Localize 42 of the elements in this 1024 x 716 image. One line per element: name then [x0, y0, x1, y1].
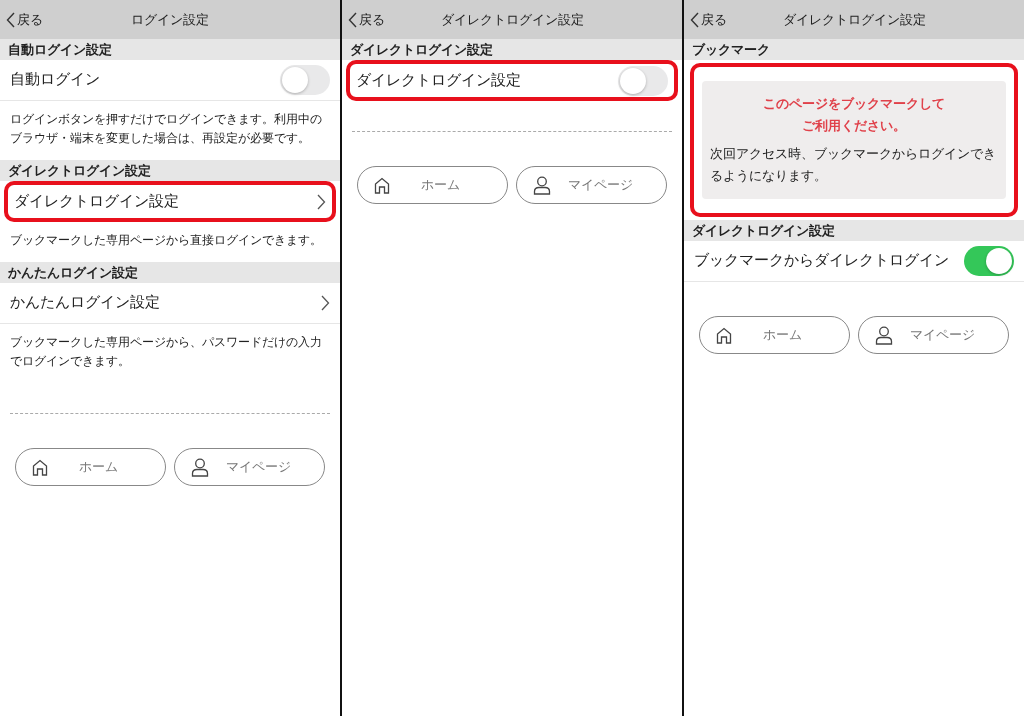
- section-heading: 自動ログイン設定: [0, 39, 340, 60]
- section-heading: ダイレクトログイン設定: [342, 39, 682, 60]
- person-icon: [533, 175, 551, 195]
- page-title: ダイレクトログイン設定: [782, 11, 926, 27]
- description-text: ログインボタンを押すだけでログインできます。利用中のブラウザ・端末を変更した場合は、再設定が必要です。: [9, 111, 323, 147]
- bookmark-prompt: ご利用ください。: [801, 117, 907, 135]
- toggle-label: ブックマークからダイレクトログイン: [694, 251, 949, 271]
- chevron-right-icon: [317, 193, 326, 210]
- home-icon: [32, 458, 48, 476]
- section-heading: ダイレクトログイン設定: [0, 160, 340, 181]
- toggle-label: ダイレクトログイン設定: [356, 70, 521, 90]
- page-title: ログイン設定: [131, 11, 209, 27]
- home-button[interactable]: ホーム: [357, 166, 508, 204]
- section-heading: ダイレクトログイン設定: [684, 220, 1024, 241]
- person-icon: [191, 457, 209, 477]
- menu-item[interactable]: ダイレクトログイン設定: [4, 181, 336, 222]
- description-text: ブックマークした専用ページから、パスワードだけの入力でログインできます。: [9, 334, 323, 370]
- chevron-left-icon: [690, 11, 699, 28]
- home-icon: [374, 176, 390, 194]
- page-title: ダイレクトログイン設定: [440, 11, 584, 27]
- mypage-button[interactable]: マイページ: [858, 316, 1009, 354]
- toggle-switch[interactable]: [618, 65, 668, 96]
- chevron-left-icon: [348, 11, 357, 28]
- home-icon: [716, 326, 732, 344]
- mypage-button[interactable]: マイページ: [516, 166, 667, 204]
- chevron-left-icon: [6, 11, 15, 28]
- back-button[interactable]: 戻る: [342, 9, 385, 30]
- section-heading: ブックマーク: [684, 39, 1024, 60]
- chevron-right-icon: [321, 295, 330, 311]
- home-button[interactable]: ホーム: [15, 448, 166, 486]
- home-button[interactable]: ホーム: [699, 316, 850, 354]
- section-heading: かんたんログイン設定: [0, 262, 340, 283]
- toggle-switch[interactable]: [964, 246, 1014, 276]
- info-text: 次回アクセス時、ブックマークからログインできるようになります。: [710, 145, 997, 185]
- back-button[interactable]: 戻る: [684, 9, 727, 30]
- toggle-label: 自動ログイン: [10, 70, 100, 90]
- description-text: ブックマークした専用ページから直接ログインできます。: [9, 232, 323, 249]
- bookmark-prompt: このページをブックマークして: [762, 95, 946, 113]
- toggle-switch[interactable]: [280, 65, 330, 95]
- person-icon: [875, 325, 893, 345]
- back-button[interactable]: 戻る: [0, 9, 43, 30]
- mypage-button[interactable]: マイページ: [174, 448, 325, 486]
